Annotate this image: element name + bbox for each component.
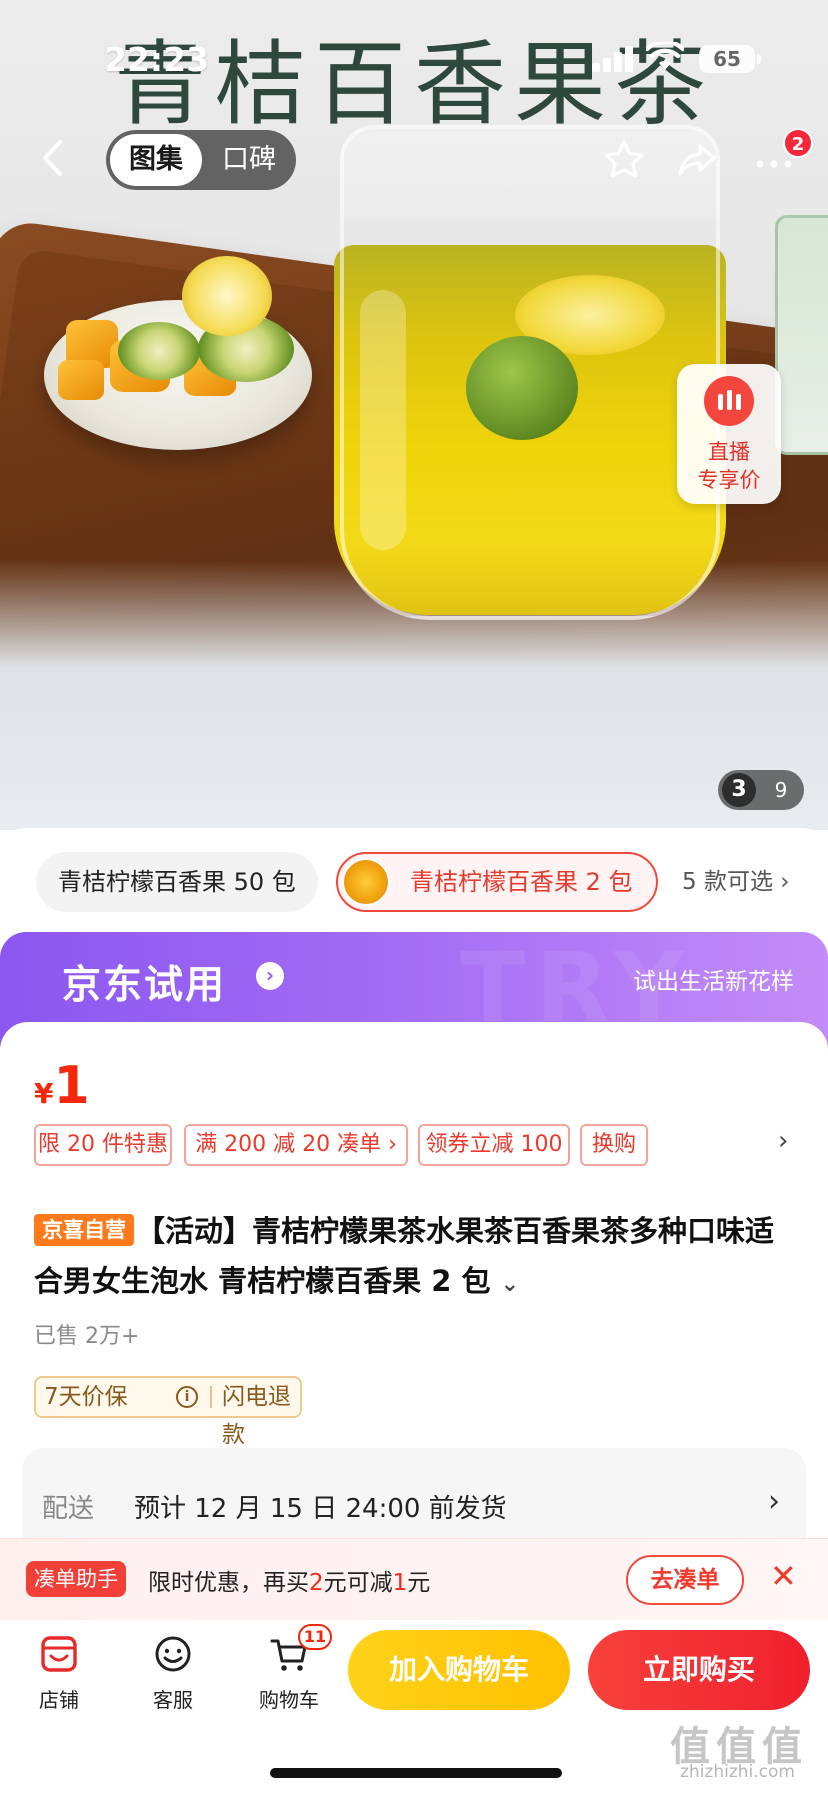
bundle-helper-tag: 凑单助手 [26, 1561, 126, 1597]
tab-store[interactable]: 店铺 [14, 1632, 104, 1722]
tab-cart[interactable]: 11 购物车 [244, 1624, 334, 1722]
sales-count: 已售 2万+ [34, 1324, 140, 1349]
tab-reviews[interactable]: 口碑 [206, 134, 292, 186]
go-bundle-button[interactable]: 去凑单 [626, 1555, 744, 1605]
promo-tag[interactable]: 满 200 减 20 凑单 › [184, 1124, 408, 1166]
status-time: 22:23 [104, 40, 210, 79]
promo-tag[interactable]: 换购 [580, 1124, 648, 1166]
variant-chip[interactable]: 青桔柠檬百香果 50 包 [36, 852, 318, 912]
self-operated-tag: 京喜自营 [34, 1214, 134, 1246]
live-price-badge[interactable]: 直播 专享价 [677, 364, 781, 504]
tab-gallery[interactable]: 图集 [110, 134, 202, 186]
tab-customer-service[interactable]: 客服 [128, 1632, 218, 1722]
pager-current: 3 [722, 773, 756, 807]
bundle-helper-bar: 凑单助手 限时优惠，再买2元可减1元 去凑单 ✕ [0, 1538, 828, 1620]
cellular-signal-icon [592, 46, 634, 72]
add-to-cart-button[interactable]: 加入购物车 [348, 1630, 570, 1710]
promo-more-arrow[interactable]: › [778, 1126, 788, 1156]
service-guarantee[interactable]: 7天价保 i 闪电退款 [34, 1376, 302, 1448]
store-icon [41, 1636, 77, 1672]
customer-service-icon [155, 1636, 191, 1672]
trial-title: 京东试用 [62, 963, 227, 1008]
chevron-right-icon: › [768, 1484, 780, 1519]
bundle-offer-text: 限时优惠，再买2元可减1元 [148, 1570, 431, 1596]
trial-slogan: 试出生活新花样 [633, 969, 794, 995]
product-price: ¥1 [34, 1056, 90, 1116]
site-watermark-url: zhizhizhi.com [680, 1762, 795, 1782]
image-pager: 3 9 [718, 770, 804, 810]
battery-indicator: 65 [699, 45, 755, 73]
notification-badge: 2 [783, 128, 813, 158]
share-icon[interactable] [674, 136, 722, 184]
more-variants-link[interactable]: 5 款可选 › [682, 852, 789, 912]
pager-total: 9 [774, 778, 788, 802]
wifi-icon [646, 42, 684, 70]
promotion-tags: 限 20 件特惠 满 200 减 20 凑单 › 领券立减 100 换购 › [34, 1124, 814, 1166]
variant-thumbnail [342, 858, 390, 906]
home-indicator[interactable] [270, 1768, 562, 1778]
product-image-gallery[interactable]: 青桔百香果茶 22:23 65 图集 口碑 2 直播 专享价 3 9 [0, 0, 828, 830]
delivery-label: 配送 [42, 1494, 95, 1524]
chevron-down-icon[interactable]: ⌄ [501, 1272, 519, 1297]
delivery-text: 预计 12 月 15 日 24:00 前发货 [134, 1494, 507, 1524]
close-icon[interactable]: ✕ [770, 1557, 797, 1595]
product-detail-page: 青桔百香果茶 22:23 65 图集 口碑 2 直播 专享价 3 9 青桔柠檬百… [0, 0, 828, 1796]
promo-tag[interactable]: 限 20 件特惠 [34, 1124, 172, 1166]
variant-selector: 青桔柠檬百香果 50 包 青桔柠檬百香果 2 包 5 款可选 › [0, 828, 828, 938]
promo-tag[interactable]: 领券立减 100 [418, 1124, 570, 1166]
back-arrow-icon[interactable] [34, 136, 74, 180]
chevron-right-icon: › [256, 962, 284, 990]
favorite-star-icon[interactable] [600, 136, 648, 184]
variant-chip-selected[interactable]: 青桔柠檬百香果 2 包 [336, 852, 658, 912]
buy-now-button[interactable]: 立即购买 [588, 1630, 810, 1710]
bottom-action-bar: 店铺 客服 11 购物车 加入购物车 立即购买 值值值 zhizhizhi.co… [0, 1620, 828, 1796]
status-bar: 22:23 65 [0, 0, 828, 110]
product-title[interactable]: 京喜自营 【活动】青桔柠檬果茶水果茶百香果茶多种口味适合男女生泡水 青桔柠檬百香果… [34, 1206, 794, 1310]
live-stream-icon [704, 376, 754, 426]
gallery-review-toggle[interactable]: 图集 口碑 [106, 130, 296, 190]
info-icon[interactable]: i [176, 1386, 198, 1408]
cart-count-badge: 11 [298, 1624, 332, 1650]
